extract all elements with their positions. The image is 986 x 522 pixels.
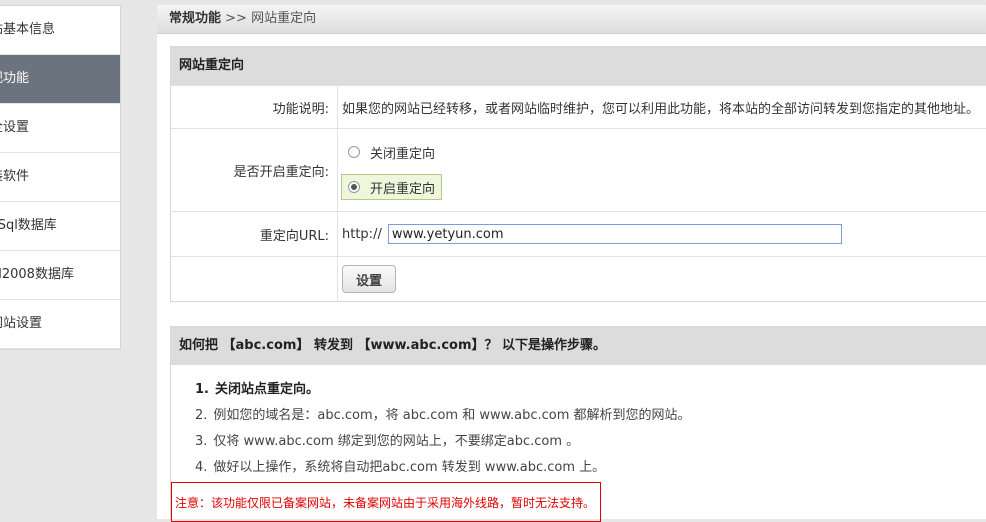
sidebar-item-install-software[interactable]: 装软件 <box>0 153 120 202</box>
sidebar: 站基本信息 规功能 全设置 装软件 ySql数据库 ql2008数据库 网站设置 <box>0 5 121 350</box>
step-number: 4. <box>195 460 208 475</box>
step-text: 关闭站点重定向。 <box>214 382 319 397</box>
breadcrumb: 常规功能 >> 网站重定向 <box>157 5 986 34</box>
set-button[interactable]: 设置 <box>342 265 396 293</box>
sidebar-item-site-info[interactable]: 站基本信息 <box>0 6 120 55</box>
sidebar-item-label: 全设置 <box>0 120 30 135</box>
redirect-switch-label: 是否开启重定向: <box>171 129 338 211</box>
step-number: 1. <box>195 382 209 397</box>
radio-on-label[interactable]: 开启重定向 <box>370 178 435 197</box>
radio-redirect-on[interactable]: 开启重定向 <box>341 174 443 200</box>
submit-row: 设置 <box>171 256 986 301</box>
sidebar-item-site-settings[interactable]: 网站设置 <box>0 300 120 349</box>
panel-title: 网站重定向 <box>171 47 986 85</box>
radio-redirect-off[interactable]: 关闭重定向 <box>342 140 442 164</box>
radio-on-icon[interactable] <box>348 181 360 193</box>
list-item: 3. 仅将 www.abc.com 绑定到您的网站上，不要绑定abc.com 。 <box>195 429 986 455</box>
guide-panel: 如何把 【abc.com】 转发到 【www.abc.com】？ 以下是操作步骤… <box>170 326 986 522</box>
main-content: 常规功能 >> 网站重定向 网站重定向 功能说明: 如果您的网站已经转移，或者网… <box>157 5 986 522</box>
sidebar-item-label: 规功能 <box>0 71 30 86</box>
sidebar-item-mssql2008[interactable]: ql2008数据库 <box>0 251 120 300</box>
redirect-url-input[interactable] <box>387 224 842 244</box>
guide-steps: 1. 关闭站点重定向。 2. 例如您的域名是：abc.com，将 abc.com 和… <box>171 377 986 481</box>
description-text: 如果您的网站已经转移，或者网站临时维护，您可以利用此功能，将本站的全部访问转发到… <box>342 101 980 117</box>
sidebar-item-label: ql2008数据库 <box>0 267 74 282</box>
list-item: 1. 关闭站点重定向。 <box>195 377 986 403</box>
redirect-panel: 网站重定向 功能说明: 如果您的网站已经转移，或者网站临时维护，您可以利用此功能… <box>170 46 986 302</box>
sidebar-item-label: 站基本信息 <box>0 22 56 37</box>
breadcrumb-current: 网站重定向 <box>251 11 317 26</box>
sidebar-item-mysql[interactable]: ySql数据库 <box>0 202 120 251</box>
step-number: 3. <box>195 434 208 449</box>
list-item: 2. 例如您的域名是：abc.com，将 abc.com 和 www.abc.co… <box>195 403 986 429</box>
description-row: 功能说明: 如果您的网站已经转移，或者网站临时维护，您可以利用此功能，将本站的全… <box>171 85 986 128</box>
step-number: 2. <box>195 408 208 423</box>
url-prefix: http:// <box>342 226 382 242</box>
step-text: 做好以上操作，系统将自动把abc.com 转发到 www.abc.com 上。 <box>213 460 606 475</box>
sidebar-item-label: 装软件 <box>0 169 30 184</box>
radio-off-label[interactable]: 关闭重定向 <box>370 143 435 162</box>
submit-row-spacer <box>171 257 338 301</box>
redirect-url-label: 重定向URL: <box>171 212 338 256</box>
radio-off-icon[interactable] <box>348 146 360 158</box>
list-item: 4. 做好以上操作，系统将自动把abc.com 转发到 www.abc.com 上… <box>195 455 986 481</box>
description-label: 功能说明: <box>171 86 338 128</box>
sidebar-item-security[interactable]: 全设置 <box>0 104 120 153</box>
step-text: 仅将 www.abc.com 绑定到您的网站上，不要绑定abc.com 。 <box>213 434 580 449</box>
sidebar-item-common-functions[interactable]: 规功能 <box>0 55 120 104</box>
step-text: 例如您的域名是：abc.com，将 abc.com 和 www.abc.com … <box>213 408 691 423</box>
sidebar-item-label: 网站设置 <box>0 316 43 331</box>
sidebar-item-label: ySql数据库 <box>0 218 57 233</box>
guide-title: 如何把 【abc.com】 转发到 【www.abc.com】？ 以下是操作步骤… <box>171 327 986 365</box>
breadcrumb-root[interactable]: 常规功能 <box>169 11 221 26</box>
redirect-url-row: 重定向URL: http:// <box>171 211 986 256</box>
warning-note: 注意：该功能仅限已备案网站，未备案网站由于采用海外线路，暂时无法支持。 <box>171 482 601 522</box>
redirect-switch-row: 是否开启重定向: 关闭重定向 开启重定向 <box>171 128 986 211</box>
breadcrumb-separator: >> <box>221 11 252 26</box>
